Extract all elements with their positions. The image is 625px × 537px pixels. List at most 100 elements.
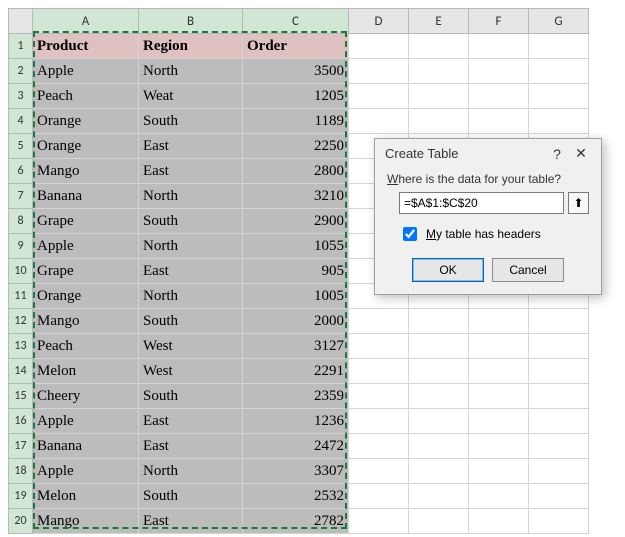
cell-B1[interactable]: Region (139, 34, 243, 59)
cell-E4[interactable] (409, 109, 469, 134)
cell-A3[interactable]: Peach (33, 84, 139, 109)
cell-C20[interactable]: 2782 (243, 509, 349, 534)
cell-E2[interactable] (409, 59, 469, 84)
cell-F16[interactable] (469, 409, 529, 434)
cell-A2[interactable]: Apple (33, 59, 139, 84)
cell-B17[interactable]: East (139, 434, 243, 459)
cell-G13[interactable] (529, 334, 589, 359)
row-header[interactable]: 15 (9, 384, 33, 409)
cell-D14[interactable] (349, 359, 409, 384)
row-header[interactable]: 14 (9, 359, 33, 384)
cell-A5[interactable]: Orange (33, 134, 139, 159)
cell-A7[interactable]: Banana (33, 184, 139, 209)
column-header-G[interactable]: G (529, 9, 589, 34)
cell-A11[interactable]: Orange (33, 284, 139, 309)
column-header-D[interactable]: D (349, 9, 409, 34)
cell-C6[interactable]: 2800 (243, 159, 349, 184)
cell-F15[interactable] (469, 384, 529, 409)
cell-E20[interactable] (409, 509, 469, 534)
column-header-F[interactable]: F (469, 9, 529, 34)
cell-D2[interactable] (349, 59, 409, 84)
cell-D15[interactable] (349, 384, 409, 409)
row-header[interactable]: 7 (9, 184, 33, 209)
cell-A19[interactable]: Melon (33, 484, 139, 509)
row-header[interactable]: 4 (9, 109, 33, 134)
column-header-E[interactable]: E (409, 9, 469, 34)
cell-C17[interactable]: 2472 (243, 434, 349, 459)
cell-G16[interactable] (529, 409, 589, 434)
cell-C12[interactable]: 2000 (243, 309, 349, 334)
dialog-close-button[interactable]: ✕ (569, 145, 593, 162)
cell-C13[interactable]: 3127 (243, 334, 349, 359)
cell-B4[interactable]: South (139, 109, 243, 134)
column-header-A[interactable]: A (33, 9, 139, 34)
row-header[interactable]: 16 (9, 409, 33, 434)
row-header[interactable]: 20 (9, 509, 33, 534)
row-header[interactable]: 9 (9, 234, 33, 259)
cell-E17[interactable] (409, 434, 469, 459)
cell-A1[interactable]: Product (33, 34, 139, 59)
cell-E16[interactable] (409, 409, 469, 434)
row-header[interactable]: 17 (9, 434, 33, 459)
row-header[interactable]: 5 (9, 134, 33, 159)
cell-C1[interactable]: Order (243, 34, 349, 59)
cell-F20[interactable] (469, 509, 529, 534)
cell-B3[interactable]: Weat (139, 84, 243, 109)
cell-C18[interactable]: 3307 (243, 459, 349, 484)
cell-E14[interactable] (409, 359, 469, 384)
cell-A13[interactable]: Peach (33, 334, 139, 359)
cell-E12[interactable] (409, 309, 469, 334)
cell-A6[interactable]: Mango (33, 159, 139, 184)
cell-G4[interactable] (529, 109, 589, 134)
cell-B9[interactable]: North (139, 234, 243, 259)
row-header[interactable]: 10 (9, 259, 33, 284)
cell-G2[interactable] (529, 59, 589, 84)
cell-E13[interactable] (409, 334, 469, 359)
ok-button[interactable]: OK (412, 258, 484, 282)
row-header[interactable]: 13 (9, 334, 33, 359)
cell-B8[interactable]: South (139, 209, 243, 234)
cell-B18[interactable]: North (139, 459, 243, 484)
cell-B6[interactable]: East (139, 159, 243, 184)
dialog-help-button[interactable]: ? (545, 146, 569, 162)
cell-F4[interactable] (469, 109, 529, 134)
cell-G20[interactable] (529, 509, 589, 534)
cell-C11[interactable]: 1005 (243, 284, 349, 309)
has-headers-checkbox[interactable] (403, 227, 417, 241)
cell-E19[interactable] (409, 484, 469, 509)
cell-D16[interactable] (349, 409, 409, 434)
cell-A17[interactable]: Banana (33, 434, 139, 459)
cell-A9[interactable]: Apple (33, 234, 139, 259)
cell-B14[interactable]: West (139, 359, 243, 384)
cell-B2[interactable]: North (139, 59, 243, 84)
cell-F12[interactable] (469, 309, 529, 334)
has-headers-label[interactable]: My table has headers (426, 227, 541, 241)
collapse-dialog-button[interactable]: ⬆ (568, 192, 589, 214)
cell-A16[interactable]: Apple (33, 409, 139, 434)
cell-A12[interactable]: Mango (33, 309, 139, 334)
cell-G17[interactable] (529, 434, 589, 459)
row-header[interactable]: 1 (9, 34, 33, 59)
cell-C8[interactable]: 2900 (243, 209, 349, 234)
cell-D19[interactable] (349, 484, 409, 509)
cell-B12[interactable]: South (139, 309, 243, 334)
cell-D17[interactable] (349, 434, 409, 459)
cancel-button[interactable]: Cancel (492, 258, 564, 282)
cell-E15[interactable] (409, 384, 469, 409)
cell-C9[interactable]: 1055 (243, 234, 349, 259)
cell-A18[interactable]: Apple (33, 459, 139, 484)
cell-G14[interactable] (529, 359, 589, 384)
cell-A8[interactable]: Grape (33, 209, 139, 234)
cell-F3[interactable] (469, 84, 529, 109)
cell-C10[interactable]: 905 (243, 259, 349, 284)
cell-G1[interactable] (529, 34, 589, 59)
cell-D18[interactable] (349, 459, 409, 484)
cell-B16[interactable]: East (139, 409, 243, 434)
cell-C19[interactable]: 2532 (243, 484, 349, 509)
cell-E1[interactable] (409, 34, 469, 59)
cell-A4[interactable]: Orange (33, 109, 139, 134)
cell-C3[interactable]: 1205 (243, 84, 349, 109)
cell-C2[interactable]: 3500 (243, 59, 349, 84)
cell-B10[interactable]: East (139, 259, 243, 284)
cell-F17[interactable] (469, 434, 529, 459)
